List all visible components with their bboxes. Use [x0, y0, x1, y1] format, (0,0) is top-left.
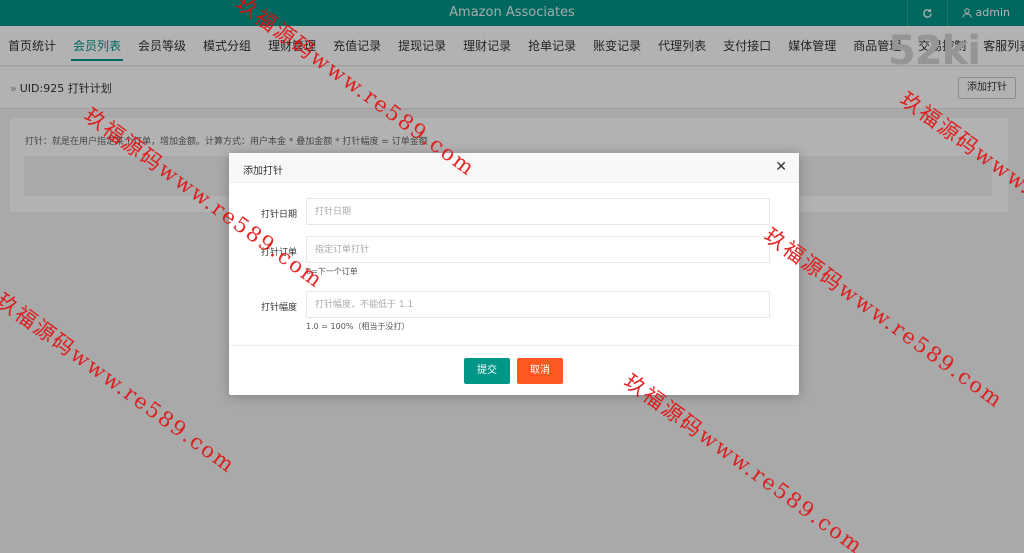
amplitude-hint: 1.0 = 100%（相当于没打）: [306, 322, 410, 331]
order-hint: 0=下一个订单: [306, 267, 358, 276]
date-input[interactable]: [306, 198, 770, 225]
cancel-button[interactable]: 取消: [517, 358, 563, 384]
submit-button[interactable]: 提交: [464, 358, 510, 384]
order-input[interactable]: [306, 236, 770, 263]
modal-divider: [229, 345, 799, 346]
amplitude-label: 打针幅度: [260, 303, 297, 313]
add-injection-modal: 添加打针 ✕ 打针日期 打针订单 0=下一个订单 打针幅度 1.0 = 100%…: [229, 153, 799, 395]
close-icon[interactable]: ✕: [775, 159, 787, 175]
modal-title: 添加打针: [243, 166, 283, 177]
amplitude-input[interactable]: [306, 291, 770, 318]
order-label: 打针订单: [260, 248, 297, 258]
date-label: 打针日期: [260, 210, 297, 220]
modal-header: 添加打针 ✕: [229, 153, 799, 183]
